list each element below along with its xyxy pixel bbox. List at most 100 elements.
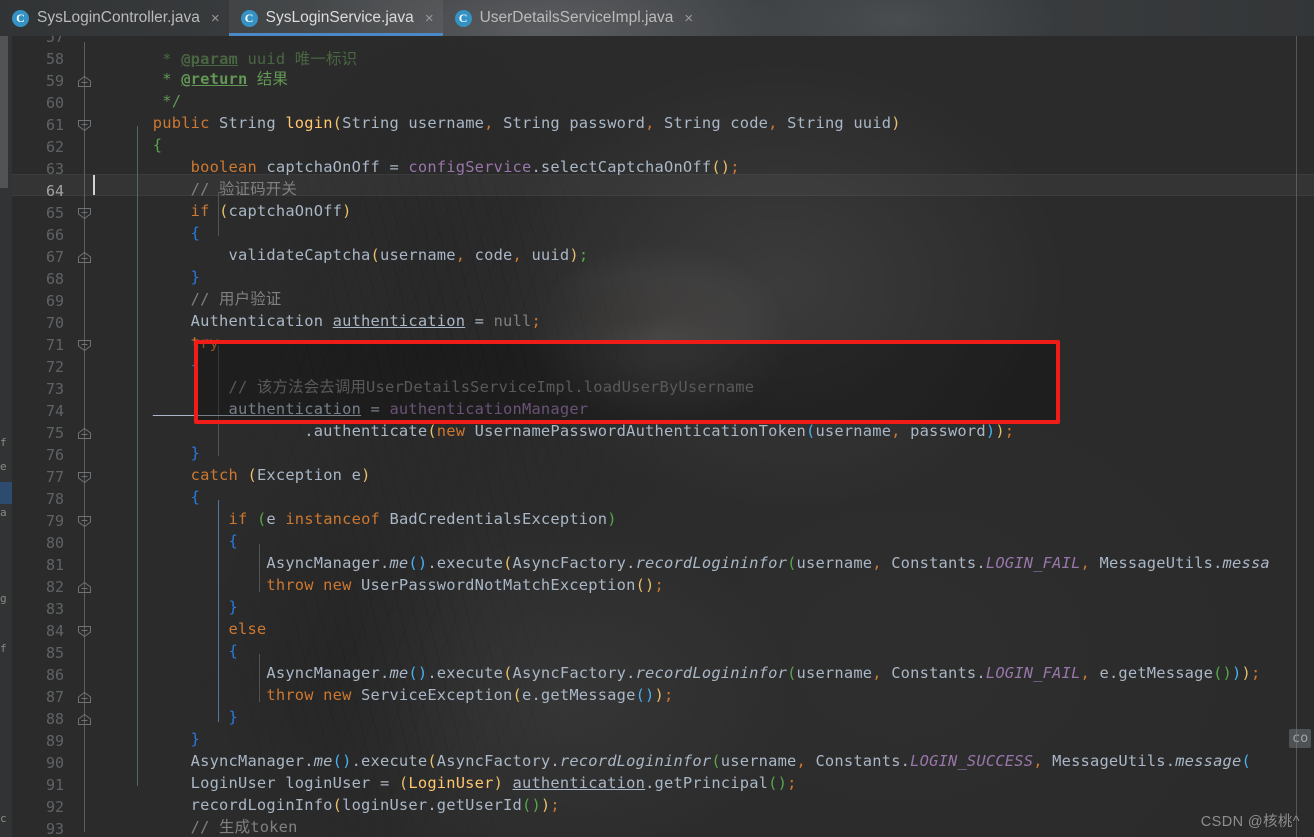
csdn-watermark: CSDN @核桃^ <box>1200 814 1300 830</box>
right-margin-guide <box>1296 36 1297 837</box>
tab-label: UserDetailsServiceImpl.java <box>479 9 674 26</box>
fold-end-icon[interactable] <box>77 713 92 726</box>
code-line-90: LoginUser loginUser = (LoginUser) authen… <box>152 774 797 792</box>
line-number-74: 74 <box>45 402 64 420</box>
left-annotation-stripe[interactable]: f e a g f c <box>0 36 12 837</box>
code-line-76: catch (Exception e) <box>152 466 371 484</box>
code-line-92: // 生成token <box>152 818 298 836</box>
java-class-icon: C <box>12 9 29 27</box>
line-number-78: 78 <box>45 490 64 508</box>
code-line-89: AsyncManager.me().execute(AsyncFactory.r… <box>152 752 1251 770</box>
line-number-gutter: 57 58 59 60 61 62 63 64 65 66 67 68 69 70 71 72 73 74 75 76… <box>12 36 74 837</box>
stripe-selection-mark <box>0 482 12 504</box>
close-icon[interactable]: × <box>684 11 693 26</box>
code-line-73: authentication = authenticationManager <box>152 400 589 418</box>
tab-sys-login-service[interactable]: C SysLoginService.java × <box>228 0 443 36</box>
fold-end-icon[interactable] <box>77 427 92 440</box>
java-class-icon: C <box>240 9 258 27</box>
line-number-84: 84 <box>45 622 64 640</box>
stripe-glyph: f <box>0 436 7 449</box>
line-number-82: 82 <box>45 578 64 596</box>
line-number-70: 70 <box>45 314 64 332</box>
line-number-90: 90 <box>45 754 64 772</box>
close-icon[interactable]: × <box>425 11 434 26</box>
line-number-89: 89 <box>45 732 64 750</box>
line-number-58: 58 <box>45 50 64 68</box>
code-line-68: // 用户验证 <box>152 290 282 308</box>
code-line-88: } <box>152 730 201 748</box>
line-number-75: 75 <box>45 424 64 442</box>
fold-collapse-icon[interactable] <box>77 625 92 638</box>
line-number-80: 80 <box>45 534 64 552</box>
line-number-60: 60 <box>45 94 64 112</box>
line-number-88: 88 <box>45 710 64 728</box>
line-number-69: 69 <box>45 292 64 310</box>
tab-label: SysLoginService.java <box>265 9 414 26</box>
code-line-66: validateCaptcha(username, code, uuid); <box>152 246 589 264</box>
code-text-area[interactable]: * @param uuid 唯一标识 * @return 结果 */ publi… <box>96 36 1314 837</box>
close-icon[interactable]: × <box>211 11 220 26</box>
line-number-85: 85 <box>45 644 64 662</box>
fold-end-icon[interactable] <box>77 251 92 264</box>
code-line-91: recordLoginInfo(loginUser.getUserId()); <box>152 796 560 814</box>
code-line-83: else <box>152 620 267 638</box>
tab-sys-login-controller[interactable]: C SysLoginController.java × <box>0 0 229 36</box>
line-number-91: 91 <box>45 776 64 794</box>
line-number-92: 92 <box>45 798 64 816</box>
code-line-84: { <box>152 642 238 660</box>
text-caret <box>93 175 95 195</box>
code-line-72: // 该方法会去调用UserDetailsServiceImpl.loadUse… <box>152 378 755 396</box>
line-number-65: 65 <box>45 204 64 222</box>
code-line-80: AsyncManager.me().execute(AsyncFactory.r… <box>152 554 1270 572</box>
code-line-65: { <box>152 224 201 242</box>
fold-collapse-icon[interactable] <box>77 339 92 352</box>
code-line-93: return tokenService.createToken(loginUse… <box>96 816 598 837</box>
line-number-66: 66 <box>45 226 64 244</box>
code-line-74: .authenticate(new UsernamePasswordAuthen… <box>152 422 1015 440</box>
stripe-glyph: a <box>0 506 7 519</box>
code-line-75: } <box>152 444 201 462</box>
code-line-60: public String login(String username, Str… <box>152 114 901 132</box>
code-line-61: { <box>152 136 163 154</box>
parameter-hint-chip: co <box>1289 729 1312 748</box>
line-number-83: 83 <box>45 600 64 618</box>
stripe-scroll-thumb[interactable] <box>0 36 8 188</box>
code-editor[interactable]: f e a g f c 57 58 59 60 61 62 63 64 65 66 67 68 69 70… <box>0 36 1314 837</box>
editor-tab-bar: C SysLoginController.java × C SysLoginSe… <box>0 0 1314 36</box>
line-number-57: 57 <box>45 36 64 46</box>
line-number-93: 93 <box>45 820 64 837</box>
code-line-85: AsyncManager.me().execute(AsyncFactory.r… <box>152 664 1261 682</box>
code-line-78: if (e instanceof BadCredentialsException… <box>152 510 617 528</box>
code-line-67: } <box>152 268 201 286</box>
line-number-77: 77 <box>45 468 64 486</box>
fold-collapse-icon[interactable] <box>77 515 92 528</box>
line-number-76: 76 <box>45 446 64 464</box>
code-line-81: throw new UserPasswordNotMatchException(… <box>152 576 664 594</box>
line-number-62: 62 <box>45 138 64 156</box>
code-line-70: try <box>152 334 220 352</box>
fold-end-icon[interactable] <box>77 75 92 88</box>
code-line-86: throw new ServiceException(e.getMessage(… <box>152 686 674 704</box>
code-line-82: } <box>152 598 238 616</box>
code-line-79: { <box>152 532 238 550</box>
code-line-62: boolean captchaOnOff = configService.sel… <box>152 158 740 176</box>
tab-label: SysLoginController.java <box>37 9 200 26</box>
code-line-58: * @return 结果 <box>152 70 289 88</box>
fold-collapse-icon[interactable] <box>77 207 92 220</box>
code-line-77: { <box>152 488 201 506</box>
line-number-72: 72 <box>45 358 64 376</box>
java-class-icon: C <box>454 9 472 27</box>
code-line-71: { <box>152 356 201 374</box>
fold-end-icon[interactable] <box>77 581 92 594</box>
fold-end-icon[interactable] <box>77 691 92 704</box>
tab-user-details-service-impl[interactable]: C UserDetailsServiceImpl.java × <box>443 0 703 36</box>
stripe-glyph: c <box>0 812 7 825</box>
fold-collapse-icon[interactable] <box>77 471 92 484</box>
stripe-glyph: f <box>0 642 7 655</box>
line-number-61: 61 <box>45 116 64 134</box>
code-folding-gutter[interactable] <box>74 36 96 837</box>
line-number-87: 87 <box>45 688 64 706</box>
fold-collapse-icon[interactable] <box>77 119 92 132</box>
code-line-64: if (captchaOnOff) <box>152 202 352 220</box>
line-number-73: 73 <box>45 380 64 398</box>
